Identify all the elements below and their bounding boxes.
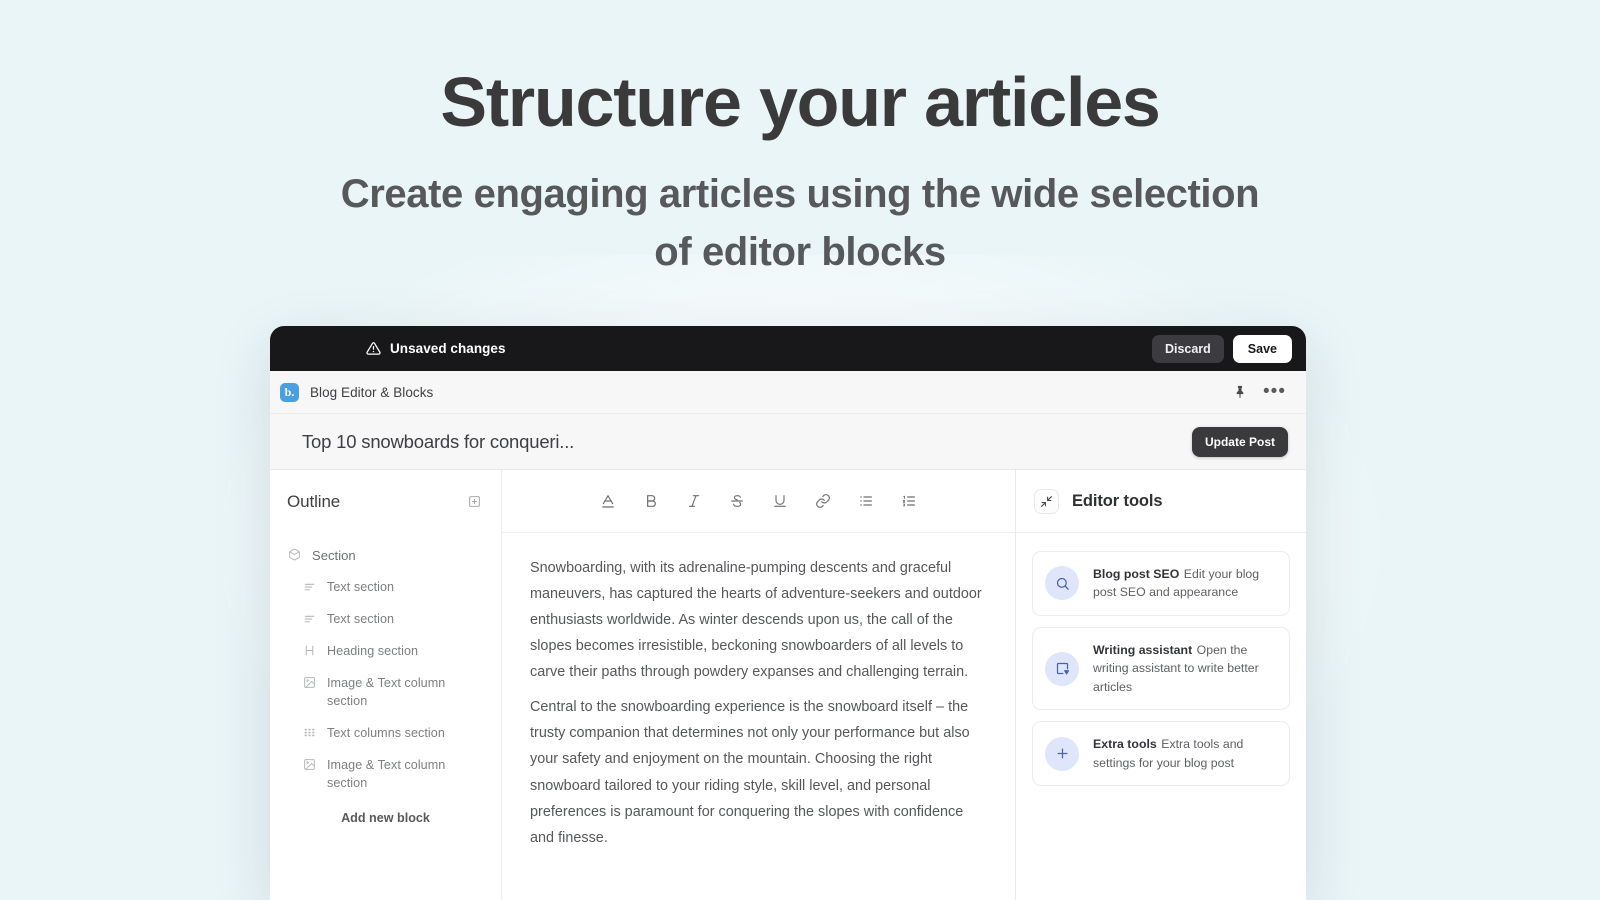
editor-toolbar	[502, 470, 1015, 533]
outline-title: Outline	[287, 491, 341, 511]
app-window: Unsaved changes Discard Save b. Blog Edi…	[270, 326, 1306, 900]
writing-assistant-icon	[1045, 651, 1079, 686]
unsaved-actions: Discard Save	[1151, 334, 1292, 363]
outline-list: Section Text section Text section Headin…	[270, 533, 501, 825]
bullet-list-icon[interactable]	[857, 492, 876, 511]
tool-card-text: Writing assistant Open the writing assis…	[1093, 641, 1275, 696]
outline-item-image-text-column-2[interactable]: Image & Text column section	[270, 750, 501, 800]
text-lines-icon	[302, 612, 316, 625]
editor-tools-header: Editor tools	[1016, 470, 1306, 533]
box-icon	[287, 548, 301, 561]
outline-item-label: Heading section	[327, 644, 419, 659]
app-body: Outline Section Text section Text sectio…	[270, 470, 1306, 900]
page-title: Structure your articles	[440, 63, 1161, 141]
tool-card-writing-assistant[interactable]: Writing assistant Open the writing assis…	[1032, 626, 1290, 711]
plus-square-icon[interactable]	[468, 495, 481, 508]
tool-card-title: Blog post SEO	[1093, 567, 1180, 581]
unsaved-changes-status: Unsaved changes	[366, 341, 506, 356]
outline-panel: Outline Section Text section Text sectio…	[270, 470, 502, 900]
outline-item-label: Section	[312, 548, 356, 563]
heading-icon	[302, 644, 316, 657]
add-new-block-button[interactable]: Add new block	[270, 799, 501, 825]
tool-card-extra-tools[interactable]: Extra tools Extra tools and settings for…	[1032, 721, 1290, 787]
editor-paragraph: Central to the snowboarding experience i…	[530, 699, 970, 846]
strikethrough-icon[interactable]	[728, 492, 747, 511]
app-brand: b. Blog Editor & Blocks	[280, 382, 434, 402]
tool-card-title: Writing assistant	[1093, 642, 1193, 657]
more-glyph: •••	[1263, 381, 1286, 402]
tool-card-blog-post-seo[interactable]: Blog post SEO Edit your blog post SEO an…	[1032, 551, 1290, 616]
tool-card-title: Extra tools	[1093, 737, 1157, 752]
outline-header: Outline	[270, 470, 501, 533]
plus-icon	[1045, 736, 1079, 771]
save-button[interactable]: Save	[1232, 334, 1292, 363]
link-icon[interactable]	[814, 492, 833, 511]
outline-item-image-text-column-1[interactable]: Image & Text column section	[270, 668, 501, 718]
outline-item-label: Text section	[327, 612, 395, 627]
image-icon	[302, 758, 316, 771]
text-color-icon[interactable]	[599, 492, 618, 511]
bold-icon[interactable]	[642, 492, 661, 511]
numbered-list-icon[interactable]	[900, 492, 919, 511]
outline-item-label: Image & Text column section	[327, 676, 446, 708]
tool-card-text: Blog post SEO Edit your blog post SEO an…	[1093, 565, 1275, 602]
editor-tools-panel: Editor tools Blog post SEO Edit your blo…	[1016, 470, 1306, 900]
pin-icon[interactable]	[1233, 385, 1247, 399]
unsaved-changes-label: Unsaved changes	[390, 341, 506, 356]
warning-triangle-icon	[366, 341, 381, 356]
update-post-button[interactable]: Update Post	[1191, 426, 1288, 457]
app-bar-actions: •••	[1233, 381, 1286, 402]
page-subtitle: Create engaging articles using the wide …	[340, 171, 1260, 274]
outline-item-label: Text columns section	[327, 725, 445, 740]
outline-item-heading-section[interactable]: Heading section	[270, 636, 501, 668]
outline-item-label: Image & Text column section	[327, 757, 446, 790]
editor-paragraph: Snowboarding, with its adrenaline-pumpin…	[530, 560, 982, 681]
post-title[interactable]: Top 10 snowboards for conqueri...	[302, 431, 574, 453]
editor-panel: Snowboarding, with its adrenaline-pumpin…	[502, 470, 1016, 900]
search-icon	[1045, 566, 1079, 601]
post-title-bar: Top 10 snowboards for conqueri... Update…	[270, 414, 1306, 470]
editor-tools-title: Editor tools	[1072, 491, 1163, 510]
text-lines-icon	[302, 580, 316, 593]
italic-icon[interactable]	[685, 492, 704, 511]
unsaved-changes-bar: Unsaved changes Discard Save	[270, 326, 1306, 371]
underline-icon[interactable]	[771, 492, 790, 511]
image-icon	[302, 676, 316, 689]
editor-tools-list: Blog post SEO Edit your blog post SEO an…	[1016, 533, 1306, 787]
outline-item-label: Text section	[327, 580, 395, 595]
brand-logo-icon: b.	[280, 382, 299, 402]
hero-section: Structure your articles Create engaging …	[0, 0, 1600, 281]
tool-card-text: Extra tools Extra tools and settings for…	[1093, 735, 1275, 772]
outline-item-text-section-2[interactable]: Text section	[270, 604, 501, 636]
discard-button[interactable]: Discard	[1151, 334, 1224, 363]
outline-item-section[interactable]: Section	[270, 540, 501, 572]
columns-icon	[302, 726, 316, 739]
more-horizontal-icon[interactable]: •••	[1263, 381, 1286, 402]
app-title: Blog Editor & Blocks	[310, 384, 434, 400]
app-bar: b. Blog Editor & Blocks •••	[270, 371, 1306, 414]
editor-document[interactable]: Snowboarding, with its adrenaline-pumpin…	[502, 533, 1015, 851]
collapse-diagonal-icon[interactable]	[1034, 488, 1059, 514]
outline-item-text-columns-section[interactable]: Text columns section	[270, 718, 501, 750]
outline-item-text-section-1[interactable]: Text section	[270, 572, 501, 604]
